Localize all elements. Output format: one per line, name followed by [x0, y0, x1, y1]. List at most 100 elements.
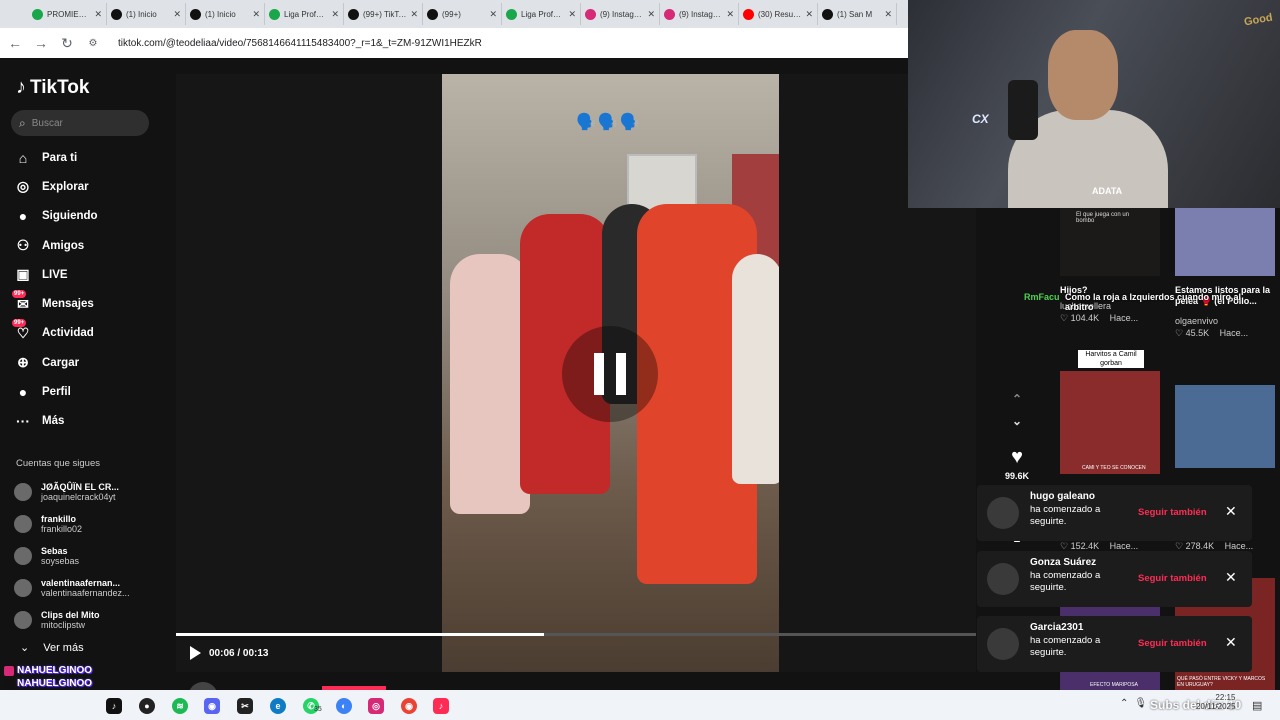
spotify-icon[interactable]: ≋: [172, 698, 188, 714]
chevron-up-icon[interactable]: ⌃: [1120, 698, 1128, 709]
close-icon[interactable]: ✕: [1225, 503, 1237, 520]
close-icon[interactable]: ✕: [884, 9, 892, 20]
follow-back-button[interactable]: Seguir también: [1138, 507, 1207, 518]
site-info-icon[interactable]: ⚙: [86, 38, 100, 49]
browser-tab[interactable]: (1) Inicio ✕: [186, 3, 265, 25]
tiktok-icon[interactable]: ♪: [106, 698, 122, 714]
see-more-label: Ver más: [43, 641, 84, 654]
menu-item-profile[interactable]: ● Perfil: [15, 377, 98, 406]
following-item[interactable]: frankillo frankillo02: [14, 508, 130, 540]
suggestion-ago-2: Hace...: [1219, 328, 1249, 338]
suggestion-thumb-1[interactable]: El que juega con un bombo: [1060, 208, 1160, 276]
follow-back-button[interactable]: Seguir también: [1138, 638, 1207, 649]
browser-tab[interactable]: (1) San M ✕: [818, 3, 897, 25]
heart-icon[interactable]: ♥: [1000, 446, 1034, 469]
suggestion-author-2[interactable]: olgaenvivo: [1175, 316, 1218, 326]
close-icon[interactable]: ✕: [252, 9, 260, 20]
microphone-icon[interactable]: 🎙: [1134, 698, 1147, 709]
suggestion-thumb-2[interactable]: [1175, 208, 1275, 276]
tiktok-page: ♪ TikTok ⌕ Buscar ⌂ Para ti ◎ Explorar ● Sigu…: [0, 58, 1045, 715]
see-more-button[interactable]: ⌄ Ver más: [20, 641, 84, 655]
thumb-5-text: EFECTO MARIPOSA: [1090, 682, 1138, 688]
tab-title: (1) San M: [837, 9, 873, 19]
tiktok-icon: [348, 8, 359, 20]
discord-icon[interactable]: ◉: [204, 698, 220, 714]
main-menu: ⌂ Para ti ◎ Explorar ● Siguiendo ⚇ Amigos ▣ LIVE ✉…: [12, 143, 98, 436]
notification-center-icon[interactable]: ▤: [1252, 699, 1262, 712]
capcut-icon[interactable]: ✂: [237, 698, 253, 714]
play-icon[interactable]: [190, 646, 201, 660]
chevron-down-icon[interactable]: ⌄: [1000, 414, 1034, 436]
menu-item-live[interactable]: ▣ LIVE: [15, 260, 98, 289]
following-item[interactable]: valentinaafernan... valentinaafernandez..…: [14, 572, 130, 604]
browser-tab[interactable]: PROMIEDOS✕: [28, 3, 107, 25]
menu-item-avatar[interactable]: ● Siguiendo: [15, 202, 98, 231]
tab-title: (9) Instagram: [600, 9, 644, 19]
menu-item-compass[interactable]: ◎ Explorar: [15, 172, 98, 201]
browser-tab[interactable]: (1) Inicio ✕: [107, 3, 186, 25]
close-icon[interactable]: ✕: [489, 9, 497, 20]
pause-bar-right: [616, 353, 626, 395]
follow-notification: Gonza Suárez ha comenzado a seguirte. Segu…: [977, 551, 1252, 607]
promiedos-icon: [506, 8, 517, 20]
avatar: [987, 628, 1019, 660]
upload-icon: ⊕: [17, 354, 29, 371]
forward-icon[interactable]: →: [34, 35, 48, 51]
chrome-icon[interactable]: ◉: [401, 698, 417, 714]
menu-item-messages[interactable]: ✉ 99+ Mensajes: [12, 289, 98, 318]
tiktok-logo[interactable]: ♪ TikTok: [16, 76, 89, 99]
menu-item-friends[interactable]: ⚇ Amigos: [15, 231, 98, 260]
browser-tab[interactable]: Liga Profesional ✕: [265, 3, 344, 25]
close-icon[interactable]: ✕: [331, 9, 339, 20]
browser-tab[interactable]: (9) Instagram ✕: [581, 3, 660, 25]
clock[interactable]: 22:15 20/11/2025: [1196, 693, 1235, 711]
pause-button[interactable]: [562, 326, 658, 422]
video-player[interactable]: 🗣️🗣️🗣️: [176, 74, 976, 672]
reload-icon[interactable]: ↻: [60, 35, 74, 52]
following-item[interactable]: Sebas soysebas: [14, 540, 130, 572]
menu-item-more[interactable]: ··· Más: [15, 407, 98, 436]
video-progress-bar[interactable]: [176, 633, 976, 636]
webcam-overlay: CX ADATA Good: [908, 0, 1280, 208]
close-icon[interactable]: ✕: [173, 9, 181, 20]
following-text: Clips del Mito mitoclipstw: [41, 610, 100, 630]
menu-item-upload[interactable]: ⊕ Cargar: [15, 348, 98, 377]
chevron-up-icon[interactable]: ⌃: [1000, 392, 1034, 414]
close-icon[interactable]: ✕: [410, 9, 418, 20]
search-input[interactable]: ⌕ Buscar: [11, 110, 149, 136]
browser-tab[interactable]: (9) Instagram ✕: [660, 3, 739, 25]
following-item[interactable]: JØÃQÛÏN EL CR... joaquinelcrack04yt: [14, 476, 130, 508]
notification-badge: 99+: [12, 290, 27, 299]
close-icon[interactable]: ✕: [647, 9, 655, 20]
browser-tab[interactable]: (30) Resumen ✕: [739, 3, 818, 25]
back-icon[interactable]: ←: [8, 35, 22, 51]
video-content[interactable]: 🗣️🗣️🗣️: [442, 74, 779, 672]
follow-back-button[interactable]: Seguir también: [1138, 573, 1207, 584]
following-item[interactable]: Clips del Mito mitoclipstw: [14, 604, 130, 636]
url-field[interactable]: tiktok.com/@teodeliaa/video/756814664111…: [118, 38, 482, 49]
close-icon[interactable]: ✕: [568, 9, 576, 20]
chat-message: Como la roja a Izquierdos cuando miro al…: [1065, 292, 1242, 312]
tiktok-icon[interactable]: ♪: [433, 698, 449, 714]
browser-icon[interactable]: ◐: [336, 698, 352, 714]
browser-tab[interactable]: Liga Profesional ✕: [502, 3, 581, 25]
close-icon[interactable]: ✕: [94, 9, 102, 20]
notification-text: ha comenzado a seguirte.: [1030, 504, 1101, 527]
suggestion-likes-4: 278.4K: [1185, 541, 1215, 551]
close-icon[interactable]: ✕: [805, 9, 813, 20]
edge-icon[interactable]: e: [270, 698, 286, 714]
browser-tab[interactable]: (99+) TikTok ✕: [344, 3, 423, 25]
close-icon[interactable]: ✕: [1225, 569, 1237, 586]
notification-text: ha comenzado a seguirte.: [1030, 570, 1101, 593]
menu-item-activity[interactable]: ♡ 99+ Actividad: [12, 319, 98, 348]
video-time: 00:06 / 00:13: [209, 647, 269, 659]
app-icon[interactable]: ●: [139, 698, 155, 714]
suggestion-thumb-3[interactable]: CAMI Y TEO SE CONOCEN: [1060, 371, 1160, 474]
close-icon[interactable]: ✕: [726, 9, 734, 20]
browser-tab[interactable]: (99+) ✕: [423, 3, 502, 25]
close-icon[interactable]: ✕: [1225, 634, 1237, 651]
menu-item-home[interactable]: ⌂ Para ti: [15, 143, 98, 172]
menu-item-label: Perfil: [42, 386, 71, 399]
instagram-icon[interactable]: ◎: [368, 698, 384, 714]
suggestion-thumb-4[interactable]: [1175, 385, 1275, 468]
